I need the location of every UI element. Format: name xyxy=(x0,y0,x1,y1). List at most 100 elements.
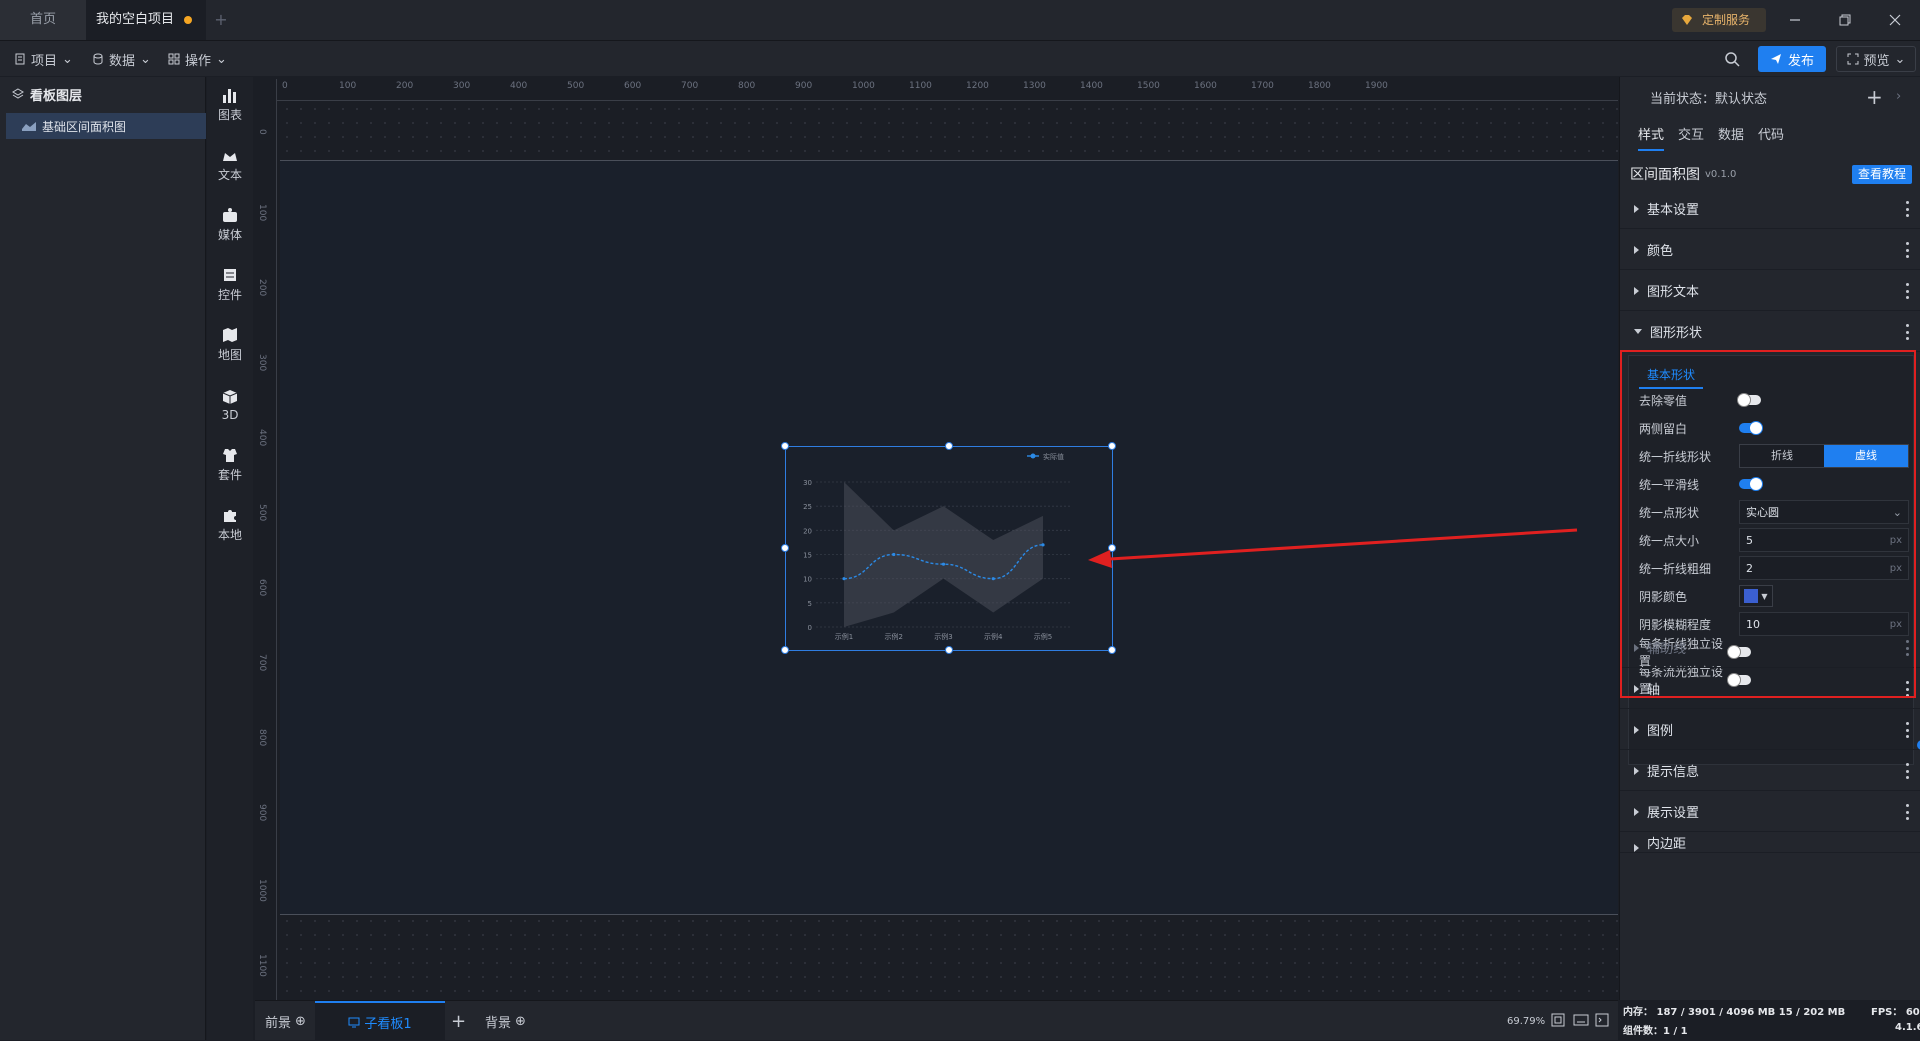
section-color[interactable]: 颜色 xyxy=(1620,230,1920,270)
layer-panel-header: 看板图层 xyxy=(0,77,206,111)
section-color-label: 颜色 xyxy=(1647,244,1674,259)
minimize-icon[interactable] xyxy=(1770,0,1820,40)
annotation-arrow xyxy=(1088,528,1578,568)
section-legend-label: 图例 xyxy=(1647,724,1674,739)
component-name: 区间面积图 xyxy=(1630,167,1700,183)
resize-handle[interactable] xyxy=(1108,646,1116,654)
resize-handle[interactable] xyxy=(781,646,789,654)
section-legend[interactable]: 图例 xyxy=(1620,710,1920,750)
resize-handle[interactable] xyxy=(781,442,789,450)
caret-right-icon xyxy=(1634,204,1639,213)
search-icon[interactable] xyxy=(1724,51,1740,67)
preview-button[interactable]: 预览 ⌄ xyxy=(1836,46,1916,72)
caret-right-icon xyxy=(1634,245,1639,254)
chart-component[interactable]: 0 5 10 15 20 25 30 示例1 示例2 示例3 示例4 示例5 实际值 xyxy=(781,442,1116,654)
component-version: v0.1.0 xyxy=(1705,168,1737,180)
comp-media[interactable]: 媒体 xyxy=(207,197,253,253)
more-icon[interactable] xyxy=(1906,283,1909,299)
comp-media-label: 媒体 xyxy=(217,228,242,242)
ruler-tick: 200 xyxy=(257,279,267,297)
section-tooltip[interactable]: 提示信息 xyxy=(1620,751,1920,791)
more-icon[interactable] xyxy=(1906,804,1909,820)
comp-local[interactable]: 本地 xyxy=(207,497,253,553)
more-icon[interactable] xyxy=(1906,201,1909,217)
add-circle-icon[interactable]: ⊕ xyxy=(295,1014,306,1029)
ruler-tick: 1100 xyxy=(909,81,932,91)
comp-chart[interactable]: 图表 xyxy=(207,77,253,133)
state-row: 当前状态：默认状态 + › xyxy=(1620,77,1920,117)
close-icon[interactable] xyxy=(1870,0,1920,40)
comp-map[interactable]: 地图 xyxy=(207,317,253,373)
section-graphic-text[interactable]: 图形文本 xyxy=(1620,271,1920,311)
restore-icon[interactable] xyxy=(1820,0,1870,40)
view-tutorial-button[interactable]: 查看教程 xyxy=(1852,165,1912,184)
tab-code[interactable]: 代码 xyxy=(1758,121,1784,151)
x-tick-label: 示例5 xyxy=(1034,632,1052,641)
tab-project[interactable]: 我的空白项目 xyxy=(86,0,206,40)
database-icon xyxy=(93,53,103,65)
menu-operation-label: 操作 xyxy=(185,53,212,69)
ruler-tick: 100 xyxy=(257,204,267,222)
ruler-tick: 800 xyxy=(738,81,756,91)
resize-handle[interactable] xyxy=(945,646,953,654)
section-tooltip-label: 提示信息 xyxy=(1647,765,1700,780)
more-icon[interactable] xyxy=(1906,242,1909,258)
section-basic[interactable]: 基本设置 xyxy=(1620,189,1920,229)
fps-status: FPS： 60 xyxy=(1871,1007,1920,1018)
section-display[interactable]: 展示设置 xyxy=(1620,792,1920,832)
send-icon xyxy=(1770,54,1781,64)
tab-interaction[interactable]: 交互 xyxy=(1678,121,1704,151)
property-tabs: 样式 交互 数据 代码 xyxy=(1630,121,1910,151)
more-icon[interactable] xyxy=(1906,763,1909,779)
section-display-label: 展示设置 xyxy=(1647,806,1700,821)
ruler-tick: 500 xyxy=(257,504,267,522)
service-label: 定制服务 xyxy=(1702,13,1751,27)
sub-board-tab[interactable]: 子看板1 xyxy=(315,1001,445,1041)
menu-operation[interactable]: 操作 ⌄ xyxy=(168,41,227,77)
comp-text[interactable]: 文本 xyxy=(207,137,253,193)
menu-project[interactable]: 项目 ⌄ xyxy=(14,41,73,77)
title-bar: 首页 我的空白项目 + 定制服务 xyxy=(0,0,1920,40)
caret-right-icon xyxy=(1634,766,1639,775)
layer-item[interactable]: 基础区间面积图 xyxy=(6,113,206,139)
background-tab[interactable]: 背景 ⊕ xyxy=(485,1001,526,1041)
ruler-tick: 0 xyxy=(282,81,288,91)
more-icon[interactable] xyxy=(1906,722,1909,738)
tab-data[interactable]: 数据 xyxy=(1718,121,1744,151)
y-tick-label: 20 xyxy=(803,527,812,535)
y-tick-label: 5 xyxy=(808,600,812,608)
foreground-tab[interactable]: 前景 ⊕ xyxy=(265,1001,306,1041)
ruler-tick: 1000 xyxy=(257,879,267,902)
add-state-icon[interactable]: + xyxy=(1866,85,1883,109)
resize-handle[interactable] xyxy=(1108,442,1116,450)
section-padding[interactable]: 内边距 xyxy=(1620,833,1920,853)
terminal-icon[interactable] xyxy=(1595,1013,1609,1027)
menu-data[interactable]: 数据 ⌄ xyxy=(92,41,151,77)
ruler-tick: 1900 xyxy=(1365,81,1388,91)
resize-handle[interactable] xyxy=(945,442,953,450)
comp-control[interactable]: 控件 xyxy=(207,257,253,313)
ruler-tick: 400 xyxy=(510,81,528,91)
y-tick-label: 10 xyxy=(803,576,812,584)
caret-right-icon xyxy=(1634,725,1639,734)
comp-3d[interactable]: 3D xyxy=(207,377,253,433)
add-circle-icon[interactable]: ⊕ xyxy=(515,1014,526,1029)
add-board-icon[interactable]: + xyxy=(451,1001,466,1041)
keyboard-icon[interactable] xyxy=(1573,1013,1589,1027)
comp-kit[interactable]: 套件 xyxy=(207,437,253,493)
more-icon[interactable] xyxy=(1906,324,1909,340)
resize-handle[interactable] xyxy=(781,544,789,552)
unsaved-dot-icon xyxy=(184,16,192,24)
add-tab-icon[interactable]: + xyxy=(208,0,234,40)
ruler-left: 0 100 200 300 400 500 600 700 800 900 1000 1100 xyxy=(255,79,277,1000)
tab-home[interactable]: 首页 xyxy=(0,0,86,40)
publish-button[interactable]: 发布 xyxy=(1758,46,1826,72)
control-icon xyxy=(224,269,236,281)
custom-service-button[interactable]: 定制服务 xyxy=(1672,8,1766,32)
y-tick-label: 0 xyxy=(808,624,812,632)
chevron-right-icon[interactable]: › xyxy=(1896,89,1901,104)
section-graphic-shape[interactable]: 图形形状 xyxy=(1620,312,1920,352)
fit-screen-icon[interactable] xyxy=(1551,1013,1565,1027)
tab-style[interactable]: 样式 xyxy=(1638,121,1665,151)
y-tick-label: 30 xyxy=(803,479,812,487)
